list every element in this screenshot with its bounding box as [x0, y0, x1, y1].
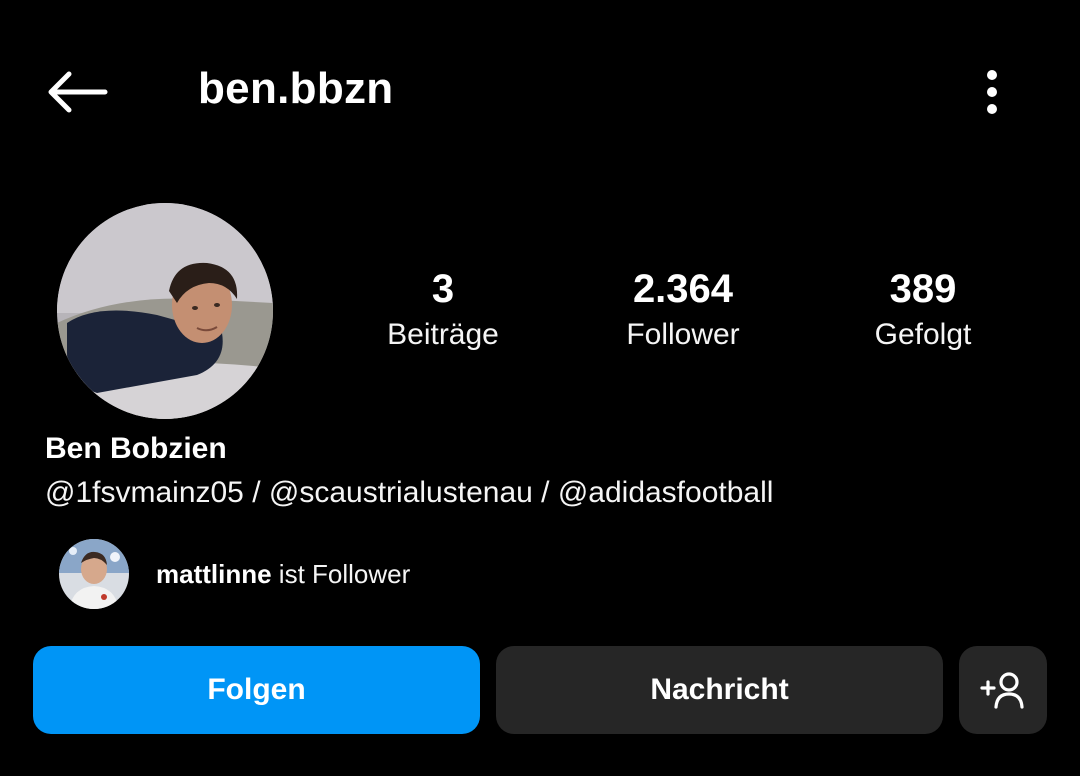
- message-button[interactable]: Nachricht: [496, 646, 943, 734]
- message-button-label: Nachricht: [650, 673, 789, 706]
- arrow-left-icon: [48, 71, 108, 113]
- profile-full-name: Ben Bobzien: [45, 432, 227, 465]
- stat-followers-label: Follower: [626, 318, 740, 351]
- mutual-follower-suffix: ist Follower: [271, 559, 411, 589]
- vertical-dots-icon: [987, 70, 997, 114]
- bio-separator: /: [243, 476, 269, 509]
- stat-following-count: 389: [889, 267, 957, 311]
- stat-posts-label: Beiträge: [387, 318, 499, 351]
- profile-avatar[interactable]: [57, 203, 273, 419]
- bio-link-adidas[interactable]: @adidasfootball: [558, 476, 774, 509]
- back-button[interactable]: [38, 62, 116, 122]
- suggested-accounts-button[interactable]: [959, 646, 1047, 734]
- more-options-button[interactable]: [962, 62, 1022, 122]
- bio-link-mainz[interactable]: @1fsvmainz05: [45, 476, 244, 509]
- stat-followers-count: 2.364: [632, 267, 734, 311]
- stat-posts-count: 3: [431, 267, 455, 311]
- add-person-icon: [980, 672, 1024, 709]
- profile-bio: @1fsvmainz05 / @scaustrialustenau / @adi…: [45, 476, 773, 510]
- stat-posts[interactable]: 3 Beiträge: [343, 265, 543, 355]
- mutual-follower-username: mattlinne: [156, 559, 272, 589]
- bio-link-austria-lustenau[interactable]: @scaustrialustenau: [269, 476, 533, 509]
- top-bar: ben.bbzn: [0, 0, 1080, 180]
- follow-button-label: Folgen: [207, 673, 306, 706]
- stat-followers[interactable]: 2.364 Follower: [583, 265, 783, 355]
- profile-username: ben.bbzn: [198, 64, 394, 113]
- follow-button[interactable]: Folgen: [33, 646, 480, 734]
- bio-separator: /: [532, 476, 558, 509]
- stat-following-label: Gefolgt: [874, 318, 972, 351]
- stat-following[interactable]: 389 Gefolgt: [823, 265, 1023, 355]
- mutual-follower-text[interactable]: mattlinne ist Follower: [156, 559, 410, 590]
- mutual-follower-avatar[interactable]: [59, 539, 129, 609]
